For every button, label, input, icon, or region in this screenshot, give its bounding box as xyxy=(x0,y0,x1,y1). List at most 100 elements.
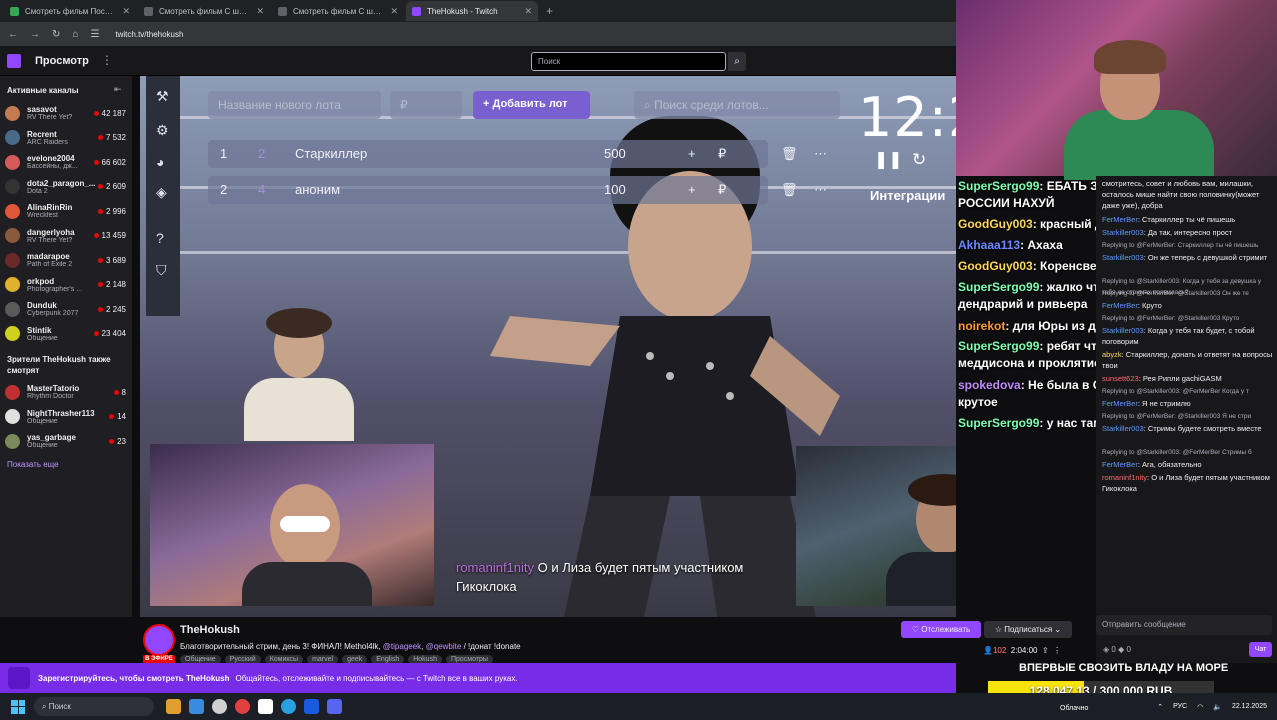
sidebar-channel[interactable]: AlinaRinRin Wreckfest 2 996 xyxy=(0,199,132,224)
reset-icon[interactable]: ↻ xyxy=(912,150,926,170)
new-lot-name-input[interactable]: Название нового лота xyxy=(208,91,381,119)
close-tab-icon[interactable]: ✕ xyxy=(122,6,130,17)
channel-game: Dota 2 xyxy=(27,187,48,195)
channel-avatar xyxy=(5,384,20,400)
telegram-icon[interactable] xyxy=(281,699,296,714)
back-icon[interactable]: ← xyxy=(8,29,18,40)
app-icon[interactable] xyxy=(258,699,273,714)
sidebar-channel[interactable]: dangerlyoha RV There Yet? 13 459 xyxy=(0,224,132,249)
search-input[interactable]: Поиск xyxy=(531,52,726,71)
streamer-name[interactable]: TheHokush xyxy=(180,624,240,636)
help-icon[interactable]: ? xyxy=(156,230,164,246)
close-tab-icon[interactable]: ✕ xyxy=(256,6,264,17)
film-icon xyxy=(144,6,153,16)
explorer-icon[interactable] xyxy=(166,699,181,714)
sidebar-channel[interactable]: Recrent ARC Raiders 7 532 xyxy=(0,126,132,151)
sidebar-channel[interactable]: Stintik Общение 23 404 xyxy=(0,322,132,347)
system-tray: ⌃ РУС ◠ 🔈 22.12.2025 xyxy=(1157,693,1267,720)
channel-name: yas_garbage xyxy=(27,433,76,443)
sidebar-channel[interactable]: dota2_paragon_... Dota 2 2 609 xyxy=(0,175,132,200)
follow-button[interactable]: ♡ Отслеживать xyxy=(901,621,981,638)
home-icon[interactable]: ⌂ xyxy=(72,29,78,40)
taskbar-search[interactable]: ⌕ Поиск xyxy=(34,697,154,716)
chrome-icon[interactable] xyxy=(189,699,204,714)
browser-tab[interactable]: Смотреть фильм Последний ...✕ xyxy=(4,1,136,21)
share-icon[interactable]: ⇪ xyxy=(1042,646,1049,655)
lang-indicator[interactable]: РУС xyxy=(1173,703,1187,710)
channel-name: Dunduk xyxy=(27,301,57,311)
subscribe-button[interactable]: ☆ Подписаться ⌄ xyxy=(984,621,1072,638)
lot-amount-input[interactable]: ₽ xyxy=(390,91,462,119)
sidebar-channel[interactable]: madarapoe Path of Exile 2 3 689 xyxy=(0,248,132,273)
search-icon[interactable]: ⌕ xyxy=(728,52,746,71)
shield-icon[interactable]: ⛉ xyxy=(156,262,167,279)
reload-icon[interactable]: ↻ xyxy=(52,29,60,40)
channel-name: Recrent xyxy=(27,129,57,139)
layers-icon[interactable]: ◈ xyxy=(156,184,167,201)
show-more-link[interactable]: Показать еще xyxy=(7,460,132,469)
browser-tab-active[interactable]: TheHokush - Twitch ✕ xyxy=(406,1,538,21)
clock[interactable]: 22.12.2025 xyxy=(1232,703,1267,710)
trash-icon[interactable]: 🗑 xyxy=(781,146,798,162)
video-player[interactable]: ⚒ ⚙ ◕ ◈ ? ⛉ Название нового лота ₽ + Доб… xyxy=(140,76,956,617)
more-icon[interactable]: ⋮ xyxy=(101,53,113,67)
trash-icon[interactable]: 🗑 xyxy=(781,182,798,198)
chevron-up-icon[interactable]: ⌃ xyxy=(1157,703,1163,711)
lot-row[interactable]: 1 2 Старкиллер 500 + ₽ 🗑 ⋯ xyxy=(208,140,827,168)
chat-panel: смотритесь, совет и любовь вам, милашки,… xyxy=(1096,176,1277,663)
close-tab-icon[interactable]: ✕ xyxy=(524,6,532,17)
chat-input[interactable]: Отправить сообщение xyxy=(1096,615,1272,635)
live-dot-icon xyxy=(97,135,103,141)
sidebar-channel[interactable]: yas_garbage Общение 23 xyxy=(0,429,132,454)
url-text[interactable]: twitch.tv/thehokush xyxy=(115,30,183,39)
settings-icon[interactable]: ⚙ xyxy=(156,122,169,139)
vscode-icon[interactable] xyxy=(304,699,319,714)
more-options-icon[interactable]: ⋮ xyxy=(1053,646,1061,655)
close-tab-icon[interactable]: ✕ xyxy=(390,6,398,17)
volume-icon[interactable]: 🔈 xyxy=(1213,703,1222,711)
browser-tab[interactable]: Смотреть фильм С широко за...✕ xyxy=(272,1,404,21)
wifi-icon[interactable]: ◠ xyxy=(1197,703,1203,711)
sidebar-channel[interactable]: evelone2004 Бассейны, дж... 66 602 xyxy=(0,150,132,175)
collapse-sidebar-icon[interactable]: ⇤ xyxy=(114,84,122,95)
streamer-avatar[interactable] xyxy=(143,624,175,656)
forward-icon[interactable]: → xyxy=(30,29,40,40)
lot-search-input[interactable]: ⌕ Поиск среди лотов... xyxy=(634,91,840,119)
sidebar-channel[interactable]: sasavot RV There Yet? 42 187 xyxy=(0,101,132,126)
sidebar-channel[interactable]: MasterTatorio Rhythm Doctor 8 xyxy=(0,380,132,405)
sidebar-channel[interactable]: NightThrasher113 Общение 14 xyxy=(0,405,132,430)
hammer-icon[interactable]: ⚒ xyxy=(156,88,169,105)
twitch-logo-icon[interactable] xyxy=(7,54,21,68)
viewer-count: 2 609 xyxy=(97,182,126,191)
start-icon[interactable] xyxy=(11,699,25,714)
browser-tab[interactable]: Смотреть фильм С широко за...✕ xyxy=(138,1,270,21)
site-info-icon[interactable]: ☰ xyxy=(90,29,99,40)
channel-points[interactable]: ◈ 0 ◆ 0 xyxy=(1103,645,1131,654)
pie-chart-icon[interactable]: ◕ xyxy=(156,154,164,170)
discord-icon[interactable] xyxy=(327,699,342,714)
browse-link[interactable]: Просмотр xyxy=(35,55,89,67)
integrations-label[interactable]: Интеграции xyxy=(870,188,945,203)
sidebar-channel[interactable]: Dunduk Cyberpunk 2077 2 245 xyxy=(0,297,132,322)
lot-row[interactable]: 2 4 аноним 100 + ₽ 🗑 ⋯ xyxy=(208,176,827,204)
opera-icon[interactable] xyxy=(235,699,250,714)
plus-icon[interactable]: + xyxy=(688,182,696,197)
pause-icon[interactable]: ❚❚ xyxy=(874,150,903,170)
lot-badge: 2 xyxy=(258,146,266,161)
steam-icon[interactable] xyxy=(212,699,227,714)
channel-name: orkpod xyxy=(27,276,55,286)
more-icon[interactable]: ⋯ xyxy=(814,182,827,198)
plus-icon[interactable]: + xyxy=(688,146,696,161)
chat-reply-line: Replying to @Starkiller003: @FerMerBer С… xyxy=(1102,449,1252,456)
left-sidebar: Активные каналы ⇤ sasavot RV There Yet? 42… xyxy=(0,76,132,617)
add-lot-button[interactable]: + Добавить лот xyxy=(473,91,590,119)
signup-banner[interactable]: Зарегистрируйтесь, чтобы смотреть TheHok… xyxy=(0,663,956,693)
channel-name: evelone2004 xyxy=(27,154,75,164)
more-icon[interactable]: ⋯ xyxy=(814,146,827,162)
chat-send-button[interactable]: Чат xyxy=(1249,642,1272,657)
channel-name: dangerlyoha xyxy=(27,227,75,237)
weather-widget[interactable]: Облачно xyxy=(1060,705,1088,712)
sidebar-channel[interactable]: orkpod Photographer's ... 2 148 xyxy=(0,273,132,298)
new-tab-icon[interactable]: + xyxy=(540,4,559,18)
search-icon: ⌕ xyxy=(42,702,49,711)
